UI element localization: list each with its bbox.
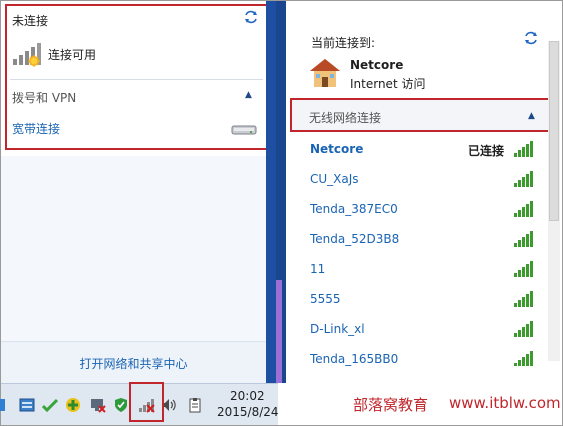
connected-status: 已连接 [468, 144, 505, 158]
wireless-network-header[interactable]: 无线网络连接 ▲ [290, 98, 550, 132]
watermark-area: 部落窝教育 www.itblw.com [278, 383, 562, 425]
wifi-signal-icon [513, 350, 535, 366]
window-app-icon[interactable] [19, 397, 35, 413]
home-network-icon [308, 57, 342, 92]
watermark-brand: 部落窝教育 [353, 396, 429, 414]
wifi-signal-icon [513, 260, 535, 281]
wifi-network-name: 11 [310, 262, 326, 276]
wifi-network-item[interactable]: D-Link_xl [310, 320, 540, 340]
plus-app-icon[interactable] [65, 397, 81, 413]
wifi-network-name: D-Link_xl [310, 322, 365, 336]
wifi-network-name: Tenda_387EC0 [310, 202, 398, 216]
wifi-network-name: CU_XaJs [310, 172, 359, 186]
wifi-network-item[interactable]: CU_XaJs [310, 170, 540, 190]
wifi-network-item[interactable]: Netcore 已连接 [310, 140, 540, 160]
wifi-signal-icon [513, 230, 535, 251]
wireless-network-label: 无线网络连接 [309, 111, 382, 125]
clock-date[interactable]: 2015/8/24 [217, 405, 279, 419]
wifi-network-name: Netcore [310, 142, 364, 156]
wifi-network-item[interactable]: 11 [310, 260, 540, 280]
wifi-signal-icon [513, 140, 535, 161]
watermark-url: www.itblw.com [449, 394, 561, 412]
app-icon[interactable] [0, 397, 13, 413]
refresh-icon[interactable] [524, 31, 538, 48]
currently-connected-label: 当前连接到: [311, 36, 376, 50]
open-network-sharing-center-link[interactable]: 打开网络和共享中心 [1, 355, 266, 372]
network-disconnected-icon[interactable] [90, 397, 106, 413]
clipboard-icon[interactable] [187, 397, 203, 413]
highlight-box-left [5, 4, 268, 150]
current-network-name: Netcore [350, 58, 404, 72]
wifi-signal-icon [513, 200, 535, 221]
clock-time[interactable]: 20:02 [230, 389, 265, 403]
wifi-signal-icon [513, 290, 535, 311]
purple-accent-strip [276, 280, 282, 383]
wifi-network-name: 5555 [310, 292, 341, 306]
wifi-network-item[interactable]: Tenda_387EC0 [310, 200, 540, 220]
wifi-network-item[interactable]: 5555 [310, 290, 540, 310]
wifi-signal-icon [513, 170, 535, 191]
internet-access-status: Internet 访问 [350, 77, 426, 91]
right-network-panel: 当前连接到: Netcore Internet 访问 无线网络连接 ▲ Netc… [286, 1, 562, 383]
highlight-box-tray [129, 382, 164, 422]
wifi-network-item[interactable]: Tenda_165BB0 [310, 350, 540, 366]
scrollbar[interactable] [548, 41, 560, 361]
checkmark-app-icon[interactable] [41, 397, 59, 413]
wifi-network-name: Tenda_52D3B8 [310, 232, 400, 246]
scrollbar-thumb[interactable] [549, 41, 559, 221]
shield-icon[interactable] [113, 397, 129, 413]
chevron-up-icon[interactable]: ▲ [528, 111, 535, 121]
wifi-network-item[interactable]: Tenda_52D3B8 [310, 230, 540, 250]
wifi-network-name: Tenda_165BB0 [310, 352, 399, 366]
wifi-signal-icon [513, 320, 535, 341]
blue-divider [266, 1, 276, 383]
